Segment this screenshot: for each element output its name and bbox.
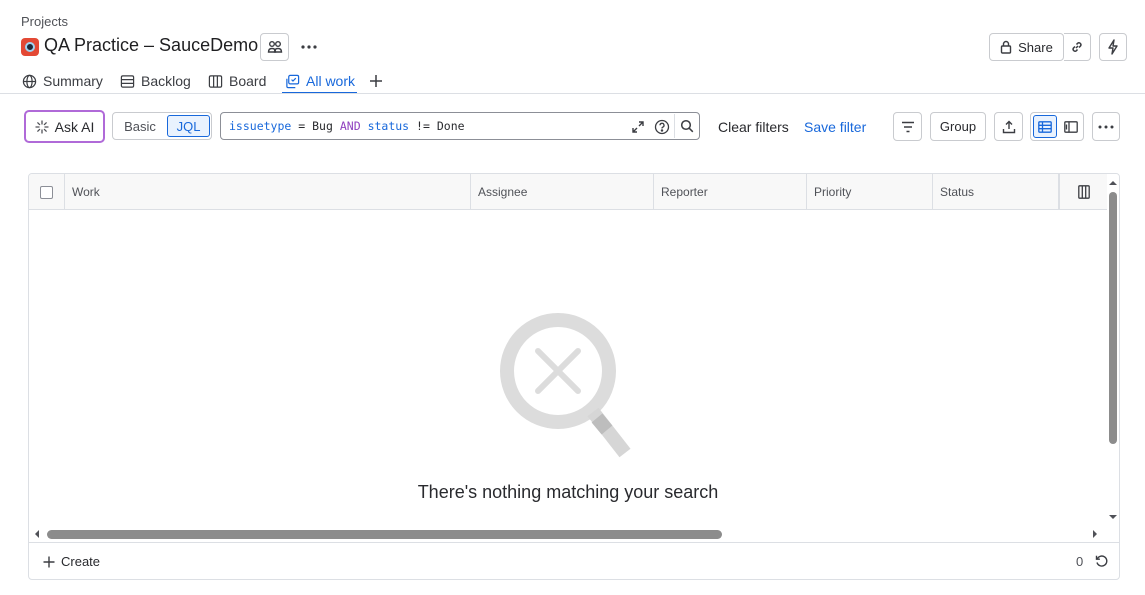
project-tabs: Summary Backlog Board All work <box>0 68 1145 94</box>
jql-field-status: status <box>367 119 410 133</box>
expand-query-button[interactable] <box>628 117 648 137</box>
lock-icon <box>1000 40 1012 54</box>
plus-icon <box>370 75 382 87</box>
column-header-status[interactable]: Status <box>933 174 1059 210</box>
ai-sparkle-icon <box>35 119 49 134</box>
lightning-icon <box>1108 39 1118 55</box>
search-button[interactable] <box>674 114 698 138</box>
add-tab-button[interactable] <box>369 68 383 94</box>
scroll-left-arrow-icon[interactable] <box>33 529 41 539</box>
copy-link-button[interactable] <box>1064 33 1091 61</box>
select-all-cell <box>29 174 65 210</box>
board-icon <box>208 74 223 88</box>
people-icon <box>267 41 282 53</box>
plus-icon <box>43 556 55 567</box>
team-button[interactable] <box>260 33 289 61</box>
column-picker-button[interactable] <box>1059 174 1107 210</box>
table-view-icon <box>1038 120 1052 133</box>
jql-help-button[interactable] <box>652 117 672 137</box>
more-horizontal-icon <box>301 45 317 49</box>
column-header-work[interactable]: Work <box>65 174 471 210</box>
jql-keyword-and: AND <box>339 119 361 133</box>
ask-ai-label: Ask AI <box>54 118 95 135</box>
expand-icon <box>632 121 644 133</box>
table-footer-divider <box>29 542 1119 543</box>
columns-icon <box>1077 185 1090 199</box>
scroll-right-arrow-icon[interactable] <box>1091 529 1099 539</box>
jql-query-text: issuetype = Bug AND status != Done <box>229 119 465 133</box>
search-icon <box>680 119 693 133</box>
globe-icon <box>22 74 37 88</box>
export-icon <box>1002 120 1015 133</box>
share-button[interactable]: Share <box>989 33 1064 61</box>
empty-state-message: There's nothing matching your search <box>417 482 719 502</box>
jql-mode-button[interactable]: JQL <box>167 115 210 137</box>
page-title: QA Practice – SauceDemo <box>44 35 259 55</box>
clear-filters-button[interactable]: Clear filters <box>718 119 789 135</box>
table-header: Work Assignee Reporter Priority Status <box>29 174 1107 210</box>
jql-query-input[interactable]: issuetype = Bug AND status != Done <box>220 112 700 140</box>
jql-value-bug: Bug <box>312 119 333 133</box>
scroll-down-arrow-icon[interactable] <box>1108 513 1118 521</box>
column-header-reporter[interactable]: Reporter <box>654 174 807 210</box>
basic-mode-button[interactable]: Basic <box>113 113 167 139</box>
filter-lines-icon <box>901 121 914 132</box>
automation-button[interactable] <box>1099 33 1127 61</box>
tab-all-work[interactable]: All work <box>285 68 355 94</box>
ask-ai-button[interactable]: Ask AI <box>24 110 105 143</box>
tab-summary[interactable]: Summary <box>22 68 103 94</box>
jql-operator: != <box>416 119 430 133</box>
tabs-divider <box>0 93 1145 94</box>
column-header-assignee[interactable]: Assignee <box>471 174 654 210</box>
more-horizontal-icon <box>1098 125 1114 128</box>
scroll-up-arrow-icon[interactable] <box>1108 179 1118 187</box>
tab-board[interactable]: Board <box>208 68 266 94</box>
list-view-button[interactable] <box>1033 115 1057 138</box>
create-button[interactable]: Create <box>43 554 100 569</box>
create-label: Create <box>61 554 101 569</box>
tab-backlog[interactable]: Backlog <box>120 68 191 94</box>
project-avatar <box>21 38 39 56</box>
link-icon <box>1072 42 1082 52</box>
horizontal-scroll-thumb[interactable] <box>47 530 722 539</box>
vertical-scroll-thumb[interactable] <box>1109 192 1117 444</box>
more-project-actions-button[interactable] <box>297 33 321 61</box>
tab-summary-label: Summary <box>43 73 103 89</box>
column-header-priority[interactable]: Priority <box>807 174 933 210</box>
export-button[interactable] <box>994 112 1023 141</box>
detail-view-button[interactable] <box>1059 115 1083 138</box>
tab-all-work-label: All work <box>306 73 356 89</box>
tab-backlog-label: Backlog <box>141 73 191 89</box>
help-icon <box>654 119 670 135</box>
jql-operator: = <box>298 119 306 133</box>
share-label: Share <box>1018 39 1053 55</box>
no-results-illustration <box>500 313 631 458</box>
more-actions-button[interactable] <box>1092 112 1120 141</box>
refresh-button[interactable] <box>1093 552 1111 570</box>
refresh-icon <box>1095 555 1108 567</box>
group-button[interactable]: Group <box>930 112 986 141</box>
work-items-table: Work Assignee Reporter Priority Status T… <box>28 173 1120 580</box>
filter-options-button[interactable] <box>893 112 922 141</box>
jql-field-issuetype: issuetype <box>229 119 292 133</box>
select-all-checkbox[interactable] <box>40 185 53 199</box>
split-view-icon <box>1064 120 1078 133</box>
search-mode-toggle: Basic JQL <box>112 112 212 140</box>
result-count: 0 <box>1076 554 1084 569</box>
jql-value-done: Done <box>436 119 465 133</box>
breadcrumb[interactable]: Projects <box>21 14 68 29</box>
backlog-icon <box>120 74 135 88</box>
save-filter-button[interactable]: Save filter <box>804 119 866 135</box>
all-work-icon <box>286 74 300 88</box>
view-switcher <box>1030 112 1084 141</box>
tab-board-label: Board <box>229 73 267 89</box>
